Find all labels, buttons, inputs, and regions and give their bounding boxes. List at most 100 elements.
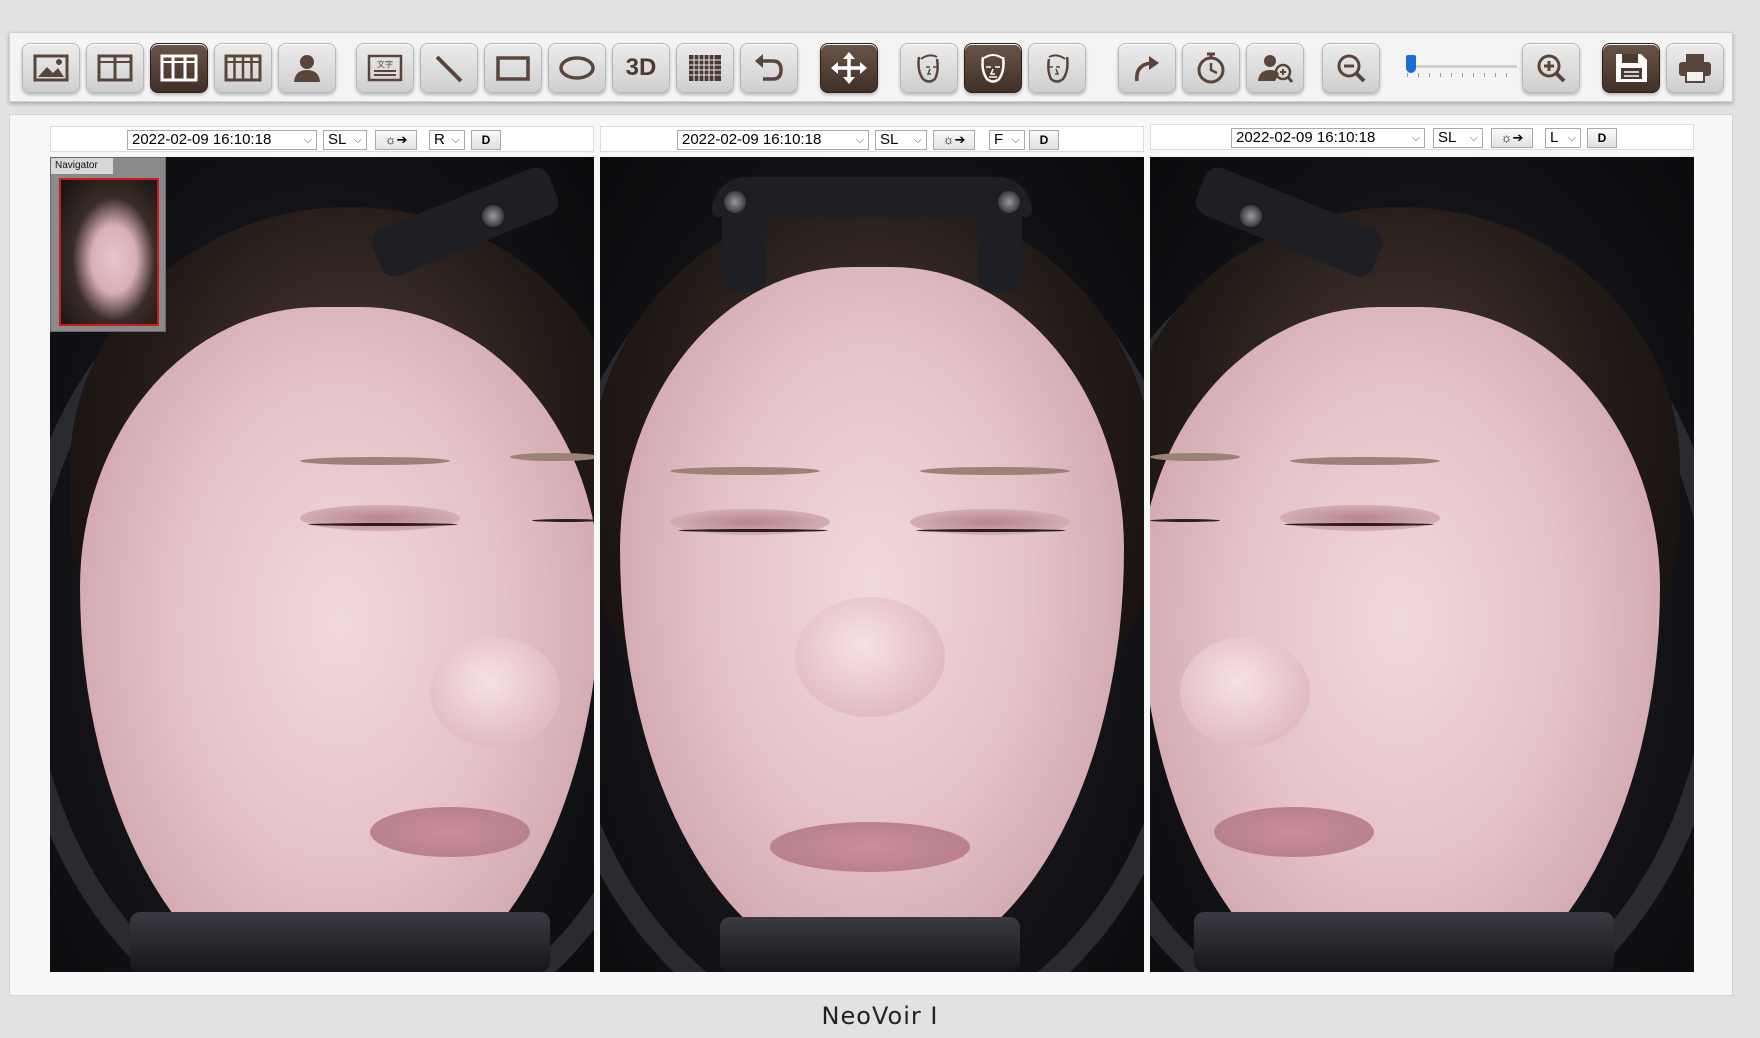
line-tool-button[interactable] [420, 43, 478, 93]
left-face-button[interactable] [1028, 43, 1086, 93]
zoom-out-button[interactable] [1322, 43, 1380, 93]
eyelash [308, 523, 458, 526]
slider-track [1407, 65, 1517, 68]
chevron-down-icon: ⌵ [913, 134, 922, 146]
face-left-icon [1047, 54, 1069, 83]
user-search-icon [1258, 55, 1294, 83]
mode-select[interactable]: SL ⌵ [1433, 128, 1483, 148]
slider-ticks [1407, 73, 1517, 77]
light-toggle-button[interactable]: ☼➔ [1491, 128, 1533, 148]
ellipse-tool-button[interactable] [548, 43, 606, 93]
date-select[interactable]: 2022-02-09 16:10:18 ⌵ [1231, 128, 1425, 148]
print-icon [1679, 54, 1711, 83]
pane-header-front: 2022-02-09 16:10:18 ⌵ SL ⌵ ☼➔ F ⌵ D [600, 126, 1144, 152]
eyebrow [1150, 453, 1240, 461]
light-toggle-button[interactable]: ☼➔ [933, 130, 975, 150]
view-select[interactable]: R ⌵ [429, 130, 465, 150]
right-face-button[interactable] [900, 43, 958, 93]
eyelash [1284, 523, 1434, 526]
text-icon: 文字 [367, 54, 403, 82]
mode-value: SL [880, 131, 899, 148]
view-select[interactable]: F ⌵ [989, 130, 1025, 150]
view-value: R [434, 131, 445, 148]
grid-button[interactable] [676, 43, 734, 93]
zoom-in-button[interactable] [1522, 43, 1580, 93]
date-value: 2022-02-09 16:10:18 [1236, 129, 1376, 146]
grid-icon [689, 55, 721, 81]
mode-select[interactable]: SL ⌵ [875, 130, 927, 150]
lips [1214, 807, 1374, 857]
move-button[interactable] [820, 43, 878, 93]
navigator-panel[interactable]: Navigator [50, 157, 166, 332]
two-pane-button[interactable] [86, 43, 144, 93]
face-front-icon [981, 54, 1005, 83]
rectangle-icon [496, 56, 530, 81]
person-icon [294, 55, 320, 82]
mode-select[interactable]: SL ⌵ [323, 130, 367, 150]
face-image-front[interactable] [600, 157, 1144, 972]
single-image-button[interactable] [22, 43, 80, 93]
bolt [1240, 205, 1262, 227]
light-arrow-icon: ☼➔ [384, 132, 408, 147]
toolbar: 文字 3D [9, 32, 1733, 102]
user-zoom-button[interactable] [1246, 43, 1304, 93]
text-button[interactable]: 文字 [356, 43, 414, 93]
nose [430, 637, 560, 747]
move-icon [831, 52, 867, 84]
chevron-down-icon: ⌵ [353, 134, 362, 146]
chin-rest [130, 912, 550, 972]
chin-rest [720, 917, 1020, 972]
chevron-down-icon: ⌵ [1011, 134, 1020, 146]
d-button[interactable]: D [1587, 128, 1617, 148]
date-select[interactable]: 2022-02-09 16:10:18 ⌵ [127, 130, 317, 150]
rectangle-tool-button[interactable] [484, 43, 542, 93]
front-face-button[interactable] [964, 43, 1022, 93]
chevron-down-icon: ⌵ [855, 134, 864, 146]
nose [795, 597, 945, 717]
eyebrow [300, 457, 450, 465]
light-toggle-button[interactable]: ☼➔ [375, 130, 417, 150]
3d-button[interactable]: 3D [612, 43, 670, 93]
light-arrow-icon: ☼➔ [1500, 130, 1524, 145]
eyelash [532, 519, 594, 522]
face-image-left[interactable] [1150, 157, 1694, 972]
date-value: 2022-02-09 16:10:18 [682, 131, 822, 148]
undo-icon [755, 54, 783, 81]
d-button[interactable]: D [1029, 130, 1059, 150]
d-button[interactable]: D [471, 130, 501, 150]
bolt [998, 191, 1020, 213]
undo-button[interactable] [740, 43, 798, 93]
redo-icon [1135, 56, 1159, 82]
redo-button[interactable] [1118, 43, 1176, 93]
timer-button[interactable] [1182, 43, 1240, 93]
eyelid [300, 505, 460, 531]
eyelash [916, 529, 1066, 532]
view-select[interactable]: L ⌵ [1545, 128, 1581, 148]
eyelid [1280, 505, 1440, 531]
eyebrow [920, 467, 1070, 475]
zoom-slider[interactable] [1403, 53, 1523, 83]
date-select[interactable]: 2022-02-09 16:10:18 ⌵ [677, 130, 869, 150]
chevron-down-icon: ⌵ [303, 134, 312, 146]
mode-value: SL [328, 131, 347, 148]
chevron-down-icon: ⌵ [451, 134, 460, 146]
mode-value: SL [1438, 129, 1457, 146]
four-pane-button[interactable] [214, 43, 272, 93]
three-pane-button[interactable] [150, 43, 208, 93]
bolt [482, 205, 504, 227]
slider-thumb[interactable] [1406, 55, 1417, 73]
navigator-thumbnail[interactable] [59, 178, 159, 326]
view-value: L [1550, 129, 1559, 146]
print-button[interactable] [1666, 43, 1724, 93]
patient-button[interactable] [278, 43, 336, 93]
lips [770, 822, 970, 872]
chin-rest [1194, 912, 1614, 972]
navigator-title: Navigator [51, 158, 113, 174]
date-value: 2022-02-09 16:10:18 [132, 131, 272, 148]
save-button[interactable] [1602, 43, 1660, 93]
picture-icon [33, 54, 69, 82]
eyebrow [1290, 457, 1440, 465]
eyebrow [510, 453, 594, 461]
face-right-icon [917, 54, 939, 83]
view-value: F [994, 131, 1004, 148]
